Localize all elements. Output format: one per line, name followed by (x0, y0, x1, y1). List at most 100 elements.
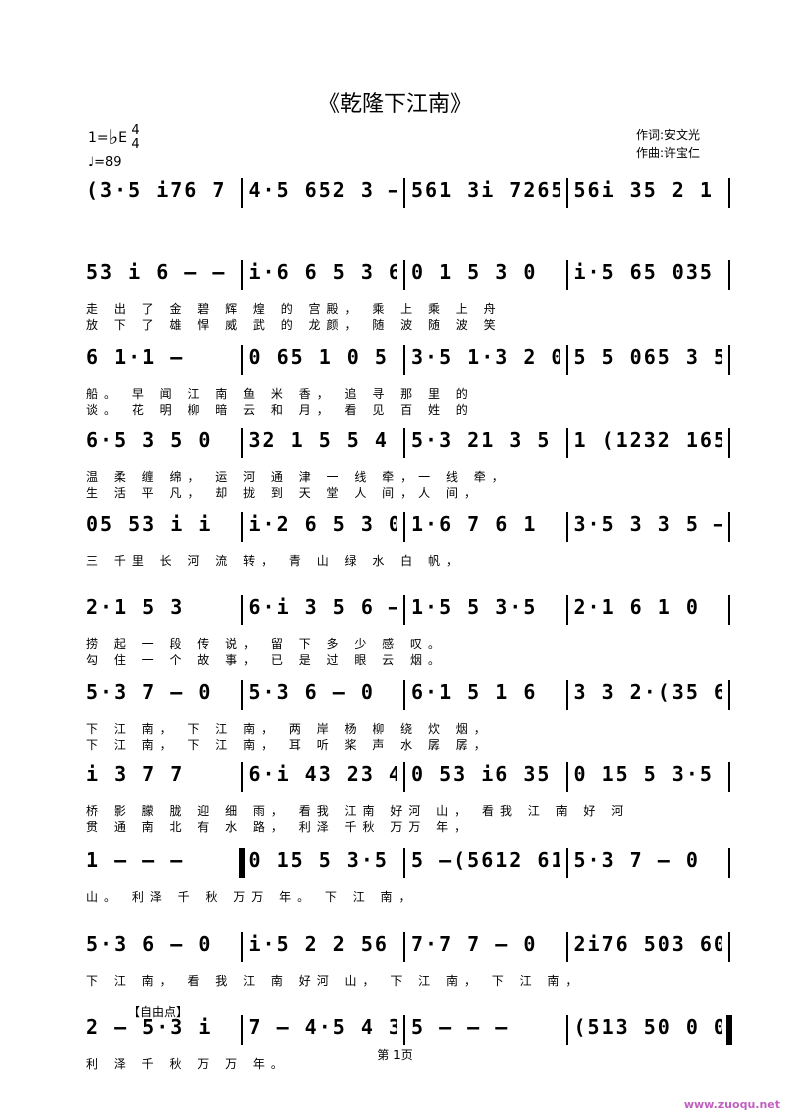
measure: i·5 2 2 56 i (248, 932, 398, 956)
measure: i·2 6 5 3 0 (248, 512, 398, 536)
time-bottom: 4 (131, 137, 140, 152)
barline (565, 932, 568, 962)
lyric-line: 下 江 南， 看 我 江 南 好河 山， 下 江 南， 下 江 南， (86, 974, 584, 988)
barline (728, 178, 730, 208)
time-top: 4 (131, 123, 140, 138)
barline (728, 932, 730, 962)
lyric-line: 下 江 南， 下 江 南， 两 岸 杨 柳 绕 炊 烟， (86, 722, 492, 736)
barline (403, 428, 405, 458)
measure: (513 50 0 0) (573, 1015, 723, 1039)
time-signature: 4 4 (131, 124, 139, 152)
barline (403, 848, 405, 878)
measure: 5 – – – (411, 1015, 510, 1039)
barline (240, 595, 243, 625)
free-note: 【自由点】 (128, 1005, 189, 1019)
watermark: www.zuoqu.net (683, 1098, 780, 1111)
lyric-line: 勾 住 一 个 故 事， 已 是 过 眼 云 烟。 (86, 653, 446, 667)
measure: 1·5 5 3·5 (411, 595, 538, 619)
notes-line: 6 1·1 – 0 65 1 0 5 3 3·5 1·3 2 0 5 5 065 3 … (86, 345, 736, 375)
measure: 6 1·1 – (86, 345, 185, 369)
lyric-line: 船。 早 闻 江 南 鱼 米 香， 追 寻 那 里 的 (86, 387, 474, 401)
barline (240, 512, 243, 542)
measure: 561 3i 7265 3 (411, 178, 560, 202)
measure: 6·i 3 5 6 – (248, 595, 398, 619)
barline (238, 848, 245, 878)
key-signature: 1=♭E 4 4 (88, 124, 140, 152)
lyric-line: 贯 通 南 北 有 水 路， 利泽 千秋 万万 年， (86, 820, 473, 834)
barline (403, 680, 405, 710)
barline (403, 595, 405, 625)
measure: 5·3 7 – 0 (573, 848, 700, 872)
barline (565, 178, 568, 208)
barline (240, 178, 243, 208)
barline (565, 260, 568, 290)
tempo-value: =89 (94, 155, 122, 170)
measure: 0 65 1 0 5 3 (248, 345, 398, 369)
flat-icon: ♭ (108, 125, 119, 149)
lyricist: 作词:安文光 (636, 128, 701, 142)
barline (240, 680, 243, 710)
barline (565, 428, 568, 458)
composer: 作曲:许宝仁 (636, 146, 701, 160)
notes-line: 6·5 3 5 0 32 1 5 5 4 5·3 21 3 5 06 1 (1232 … (86, 428, 736, 458)
barline (565, 762, 568, 792)
measure: 0 53 i6 35 6 (411, 762, 560, 786)
measure: i·6 6 5 3 65 (248, 260, 398, 284)
page-label: 第 1页 (377, 1048, 413, 1062)
song-title: 《乾隆下江南》 (317, 92, 472, 117)
barline (565, 680, 568, 710)
barline (403, 178, 405, 208)
key-prefix: 1= (88, 130, 109, 146)
barline (565, 595, 568, 625)
measure: 6·i 43 23 4 (248, 762, 398, 786)
measure: 2i76 503 60i 43 (573, 932, 723, 956)
notes-line: 1 – – – 0 15 5 3·5 23 5 –(5612 6123) 5·3 7 … (86, 848, 736, 878)
notes-line: i 3 7 7 6·i 43 23 4 0 53 i6 35 6 0 15 5 3·5… (86, 762, 736, 792)
measure: 3·5 1·3 2 0 (411, 345, 560, 369)
barline (726, 1015, 732, 1045)
measure: (3·5 i76 7 – (86, 178, 235, 202)
measure: 3 3 2·(35 67) (573, 680, 723, 704)
lyric-line: 山。 利泽 千 秋 万万 年。 下 江 南， (86, 890, 417, 904)
measure: 2·1 5 3 (86, 595, 185, 619)
barline (565, 512, 568, 542)
barline (403, 932, 405, 962)
measure: 53 i 6 – – (86, 260, 227, 284)
measure: 6·1 5 1 6 (411, 680, 538, 704)
lyric-line: 温 柔 缠 绵， 运 河 通 津 一 线 牵，一 线 牵， (86, 470, 510, 484)
barline (240, 428, 243, 458)
tempo: ♩=89 (88, 155, 122, 170)
measure: i 3 7 7 (86, 762, 185, 786)
barline (403, 1015, 405, 1045)
measure: 56i 35 2 1 –) (573, 178, 723, 202)
lyric-line: 放 下 了 雄 悍 威 武 的 龙颜， 随 波 随 波 笑 (86, 318, 502, 332)
barline (403, 512, 405, 542)
barline (565, 1015, 568, 1045)
measure: i·5 65 035 21 (573, 260, 723, 284)
measure: 5 5 065 3 5 (573, 345, 723, 369)
lyric-line: 下 江 南， 下 江 南， 耳 听 桨 声 水 孱 孱， (86, 738, 492, 752)
notes-line: 05 53 i i i·2 6 5 3 0 1·6 7 6 1 3·5 3 3 5 – (86, 512, 736, 542)
measure: 05 53 i i (86, 512, 213, 536)
barline (240, 762, 243, 792)
measure: 5·3 21 3 5 06 (411, 428, 560, 452)
measure: 6·5 3 5 0 (86, 428, 213, 452)
measure: 0 15 5 3·5 23 (248, 848, 398, 872)
key-note: E (118, 130, 127, 146)
barline (728, 680, 730, 710)
barline (240, 1015, 243, 1045)
measure: 5 –(5612 6123) (411, 848, 560, 872)
barline (240, 932, 243, 962)
barline (728, 260, 730, 290)
barline (728, 762, 730, 792)
measure: 3·5 3 3 5 – (573, 512, 723, 536)
barline (240, 260, 243, 290)
lyric-line: 三 千里 长 河 流 转， 青 山 绿 水 白 帆， (86, 554, 464, 568)
notes-line: 2·1 5 3 6·i 3 5 6 – 1·5 5 3·5 2·1 6 1 0 (86, 595, 736, 625)
barline (728, 345, 730, 375)
barline (403, 762, 405, 792)
measure: 7 – 4·5 4 3 (248, 1015, 398, 1039)
lyric-line: 谈。 花 明 柳 暗 云 和 月， 看 见 百 姓 的 (86, 403, 474, 417)
notes-line: 53 i 6 – – i·6 6 5 3 65 0 1 5 3 0 i·5 65 03… (86, 260, 736, 290)
barline (728, 848, 730, 878)
